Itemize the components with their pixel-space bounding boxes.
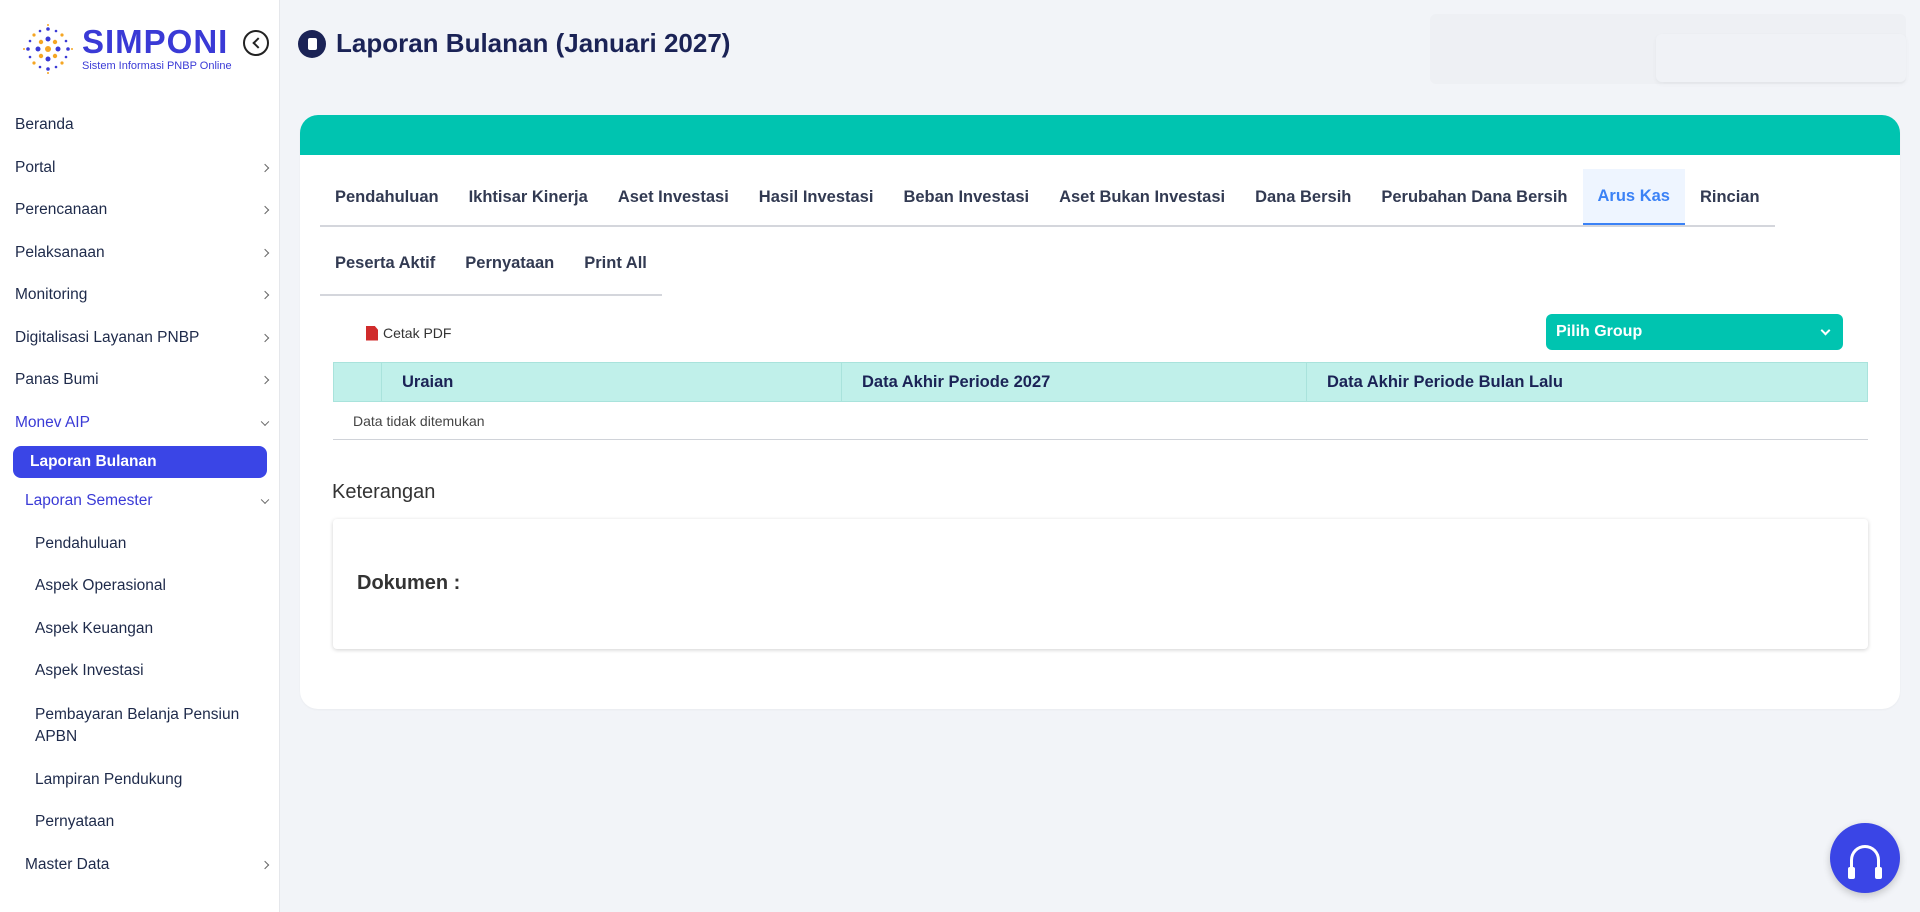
sidebar-menu: Beranda Portal Perencanaan Pelaksanaan M… (0, 104, 279, 887)
group-select-value: Pilih Group (1556, 323, 1643, 340)
tab-bar-row-1: Pendahuluan Ikhtisar Kinerja Aset Invest… (320, 169, 1775, 227)
user-menu[interactable] (1656, 34, 1906, 82)
page-header: Laporan Bulanan (Januari 2027) (298, 28, 730, 59)
sidebar-item-panas-bumi[interactable]: Panas Bumi (0, 359, 279, 402)
sidebar-item-label: Pernyataan (35, 813, 115, 831)
sidebar-item-label: Panas Bumi (15, 371, 99, 389)
keterangan-box: Dokumen : (333, 519, 1868, 649)
sidebar-item-pernyataan[interactable]: Pernyataan (0, 801, 279, 844)
tab-pernyataan[interactable]: Pernyataan (450, 232, 569, 294)
sidebar-item-laporan-bulanan[interactable]: Laporan Bulanan (13, 446, 267, 478)
tab-peserta-aktif[interactable]: Peserta Aktif (320, 232, 450, 294)
sidebar-item-label: Aspek Operasional (35, 577, 166, 595)
sidebar-item-monev-aip[interactable]: Monev AIP (0, 402, 279, 445)
sidebar-item-portal[interactable]: Portal (0, 147, 279, 190)
table-header: Uraian Data Akhir Periode 2027 Data Akhi… (333, 362, 1868, 402)
tab-beban-investasi[interactable]: Beban Investasi (888, 169, 1044, 225)
cetak-pdf-label: Cetak PDF (383, 325, 452, 341)
sidebar-item-master-data[interactable]: Master Data (0, 844, 279, 887)
tab-print-all[interactable]: Print All (569, 232, 662, 294)
sidebar-item-perencanaan[interactable]: Perencanaan (0, 189, 279, 232)
chevron-right-icon (260, 860, 270, 869)
header-user-area (1430, 14, 1906, 84)
brand-title: SIMPONI (82, 23, 229, 60)
sidebar-item-label: Monev AIP (15, 413, 90, 431)
tab-rincian[interactable]: Rincian (1685, 169, 1775, 225)
tab-perubahan-dana-bersih[interactable]: Perubahan Dana Bersih (1366, 169, 1582, 225)
clipboard-icon (298, 29, 326, 58)
sidebar-item-pendahuluan[interactable]: Pendahuluan (0, 523, 279, 566)
table-header-cell (334, 363, 382, 401)
table-header-uraian[interactable]: Uraian (382, 363, 842, 401)
chevron-right-icon (260, 163, 270, 172)
sidebar-item-monitoring[interactable]: Monitoring (0, 274, 279, 317)
sidebar-item-label: Laporan Semester (25, 492, 153, 510)
pdf-file-icon (366, 325, 378, 341)
sidebar-item-label: Laporan Bulanan (30, 453, 157, 470)
tab-aset-investasi[interactable]: Aset Investasi (603, 169, 744, 225)
sidebar-item-label: Pelaksanaan (15, 243, 105, 261)
chevron-right-icon (260, 333, 270, 342)
sidebar-item-laporan-semester[interactable]: Laporan Semester (0, 480, 279, 523)
page-title: Laporan Bulanan (Januari 2027) (336, 28, 731, 58)
sidebar-item-lampiran-pendukung[interactable]: Lampiran Pendukung (0, 759, 279, 802)
tab-ikhtisar-kinerja[interactable]: Ikhtisar Kinerja (454, 169, 603, 225)
sidebar-item-label: Monitoring (15, 286, 88, 304)
keterangan-label: Keterangan (332, 481, 436, 503)
sidebar-item-label: Lampiran Pendukung (35, 770, 183, 788)
tab-arus-kas[interactable]: Arus Kas (1582, 169, 1685, 225)
sidebar-item-pelaksanaan[interactable]: Pelaksanaan (0, 232, 279, 275)
logo[interactable]: SIMPONI Sistem Informasi PNBP Online (18, 18, 238, 80)
sidebar-item-aspek-operasional[interactable]: Aspek Operasional (0, 565, 279, 608)
card-header-bar (300, 115, 1900, 155)
table-empty-row: Data tidak ditemukan (333, 402, 1868, 440)
tab-bar-row-2: Peserta Aktif Pernyataan Print All (320, 232, 662, 296)
chevron-down-icon (1820, 325, 1831, 336)
brand-subtitle: Sistem Informasi PNBP Online (82, 60, 232, 72)
report-card: Pendahuluan Ikhtisar Kinerja Aset Invest… (300, 115, 1900, 709)
table-header-bulan-lalu[interactable]: Data Akhir Periode Bulan Lalu (1307, 363, 1867, 401)
sidebar-item-label: Pendahuluan (35, 534, 127, 552)
dokumen-label: Dokumen : (357, 572, 461, 594)
sidebar: SIMPONI Sistem Informasi PNBP Online Ber… (0, 0, 280, 912)
tab-dana-bersih[interactable]: Dana Bersih (1240, 169, 1366, 225)
group-select[interactable]: Pilih Group (1546, 314, 1843, 350)
sidebar-item-label: Beranda (15, 116, 74, 134)
sidebar-item-label: Master Data (25, 855, 110, 873)
chevron-right-icon (260, 291, 270, 300)
help-chat-button[interactable] (1830, 823, 1900, 893)
chevron-down-icon (260, 495, 270, 505)
sidebar-item-label: Perencanaan (15, 201, 108, 219)
sidebar-item-label: Pembayaran Belanja Pensiun APBN (35, 705, 240, 745)
sidebar-item-digitalisasi[interactable]: Digitalisasi Layanan PNBP (0, 317, 279, 360)
tab-pendahuluan[interactable]: Pendahuluan (320, 169, 454, 225)
sidebar-item-label: Aspek Keuangan (35, 619, 154, 637)
chevron-right-icon (260, 376, 270, 385)
tab-aset-bukan-investasi[interactable]: Aset Bukan Investasi (1044, 169, 1240, 225)
chevron-down-icon (260, 417, 270, 426)
sidebar-item-aspek-investasi[interactable]: Aspek Investasi (0, 650, 279, 693)
arus-kas-table: Uraian Data Akhir Periode 2027 Data Akhi… (333, 362, 1868, 440)
sidebar-item-label: Aspek Investasi (35, 662, 144, 680)
sidebar-item-pembayaran-belanja-pensiun[interactable]: Pembayaran Belanja Pensiun APBN (0, 693, 279, 759)
sidebar-collapse-button[interactable] (243, 30, 269, 56)
sidebar-item-label: Digitalisasi Layanan PNBP (15, 328, 200, 346)
headset-icon (1848, 845, 1882, 879)
sidebar-item-label: Portal (15, 158, 56, 176)
chevron-left-icon (251, 37, 264, 49)
sidebar-item-beranda[interactable]: Beranda (0, 104, 279, 147)
table-header-periode-2027[interactable]: Data Akhir Periode 2027 (842, 363, 1307, 401)
cetak-pdf-button[interactable]: Cetak PDF (366, 325, 451, 341)
tab-hasil-investasi[interactable]: Hasil Investasi (744, 169, 889, 225)
sidebar-item-aspek-keuangan[interactable]: Aspek Keuangan (0, 608, 279, 651)
chevron-right-icon (260, 248, 270, 257)
simponi-logo-icon (23, 24, 73, 74)
chevron-right-icon (260, 206, 270, 215)
